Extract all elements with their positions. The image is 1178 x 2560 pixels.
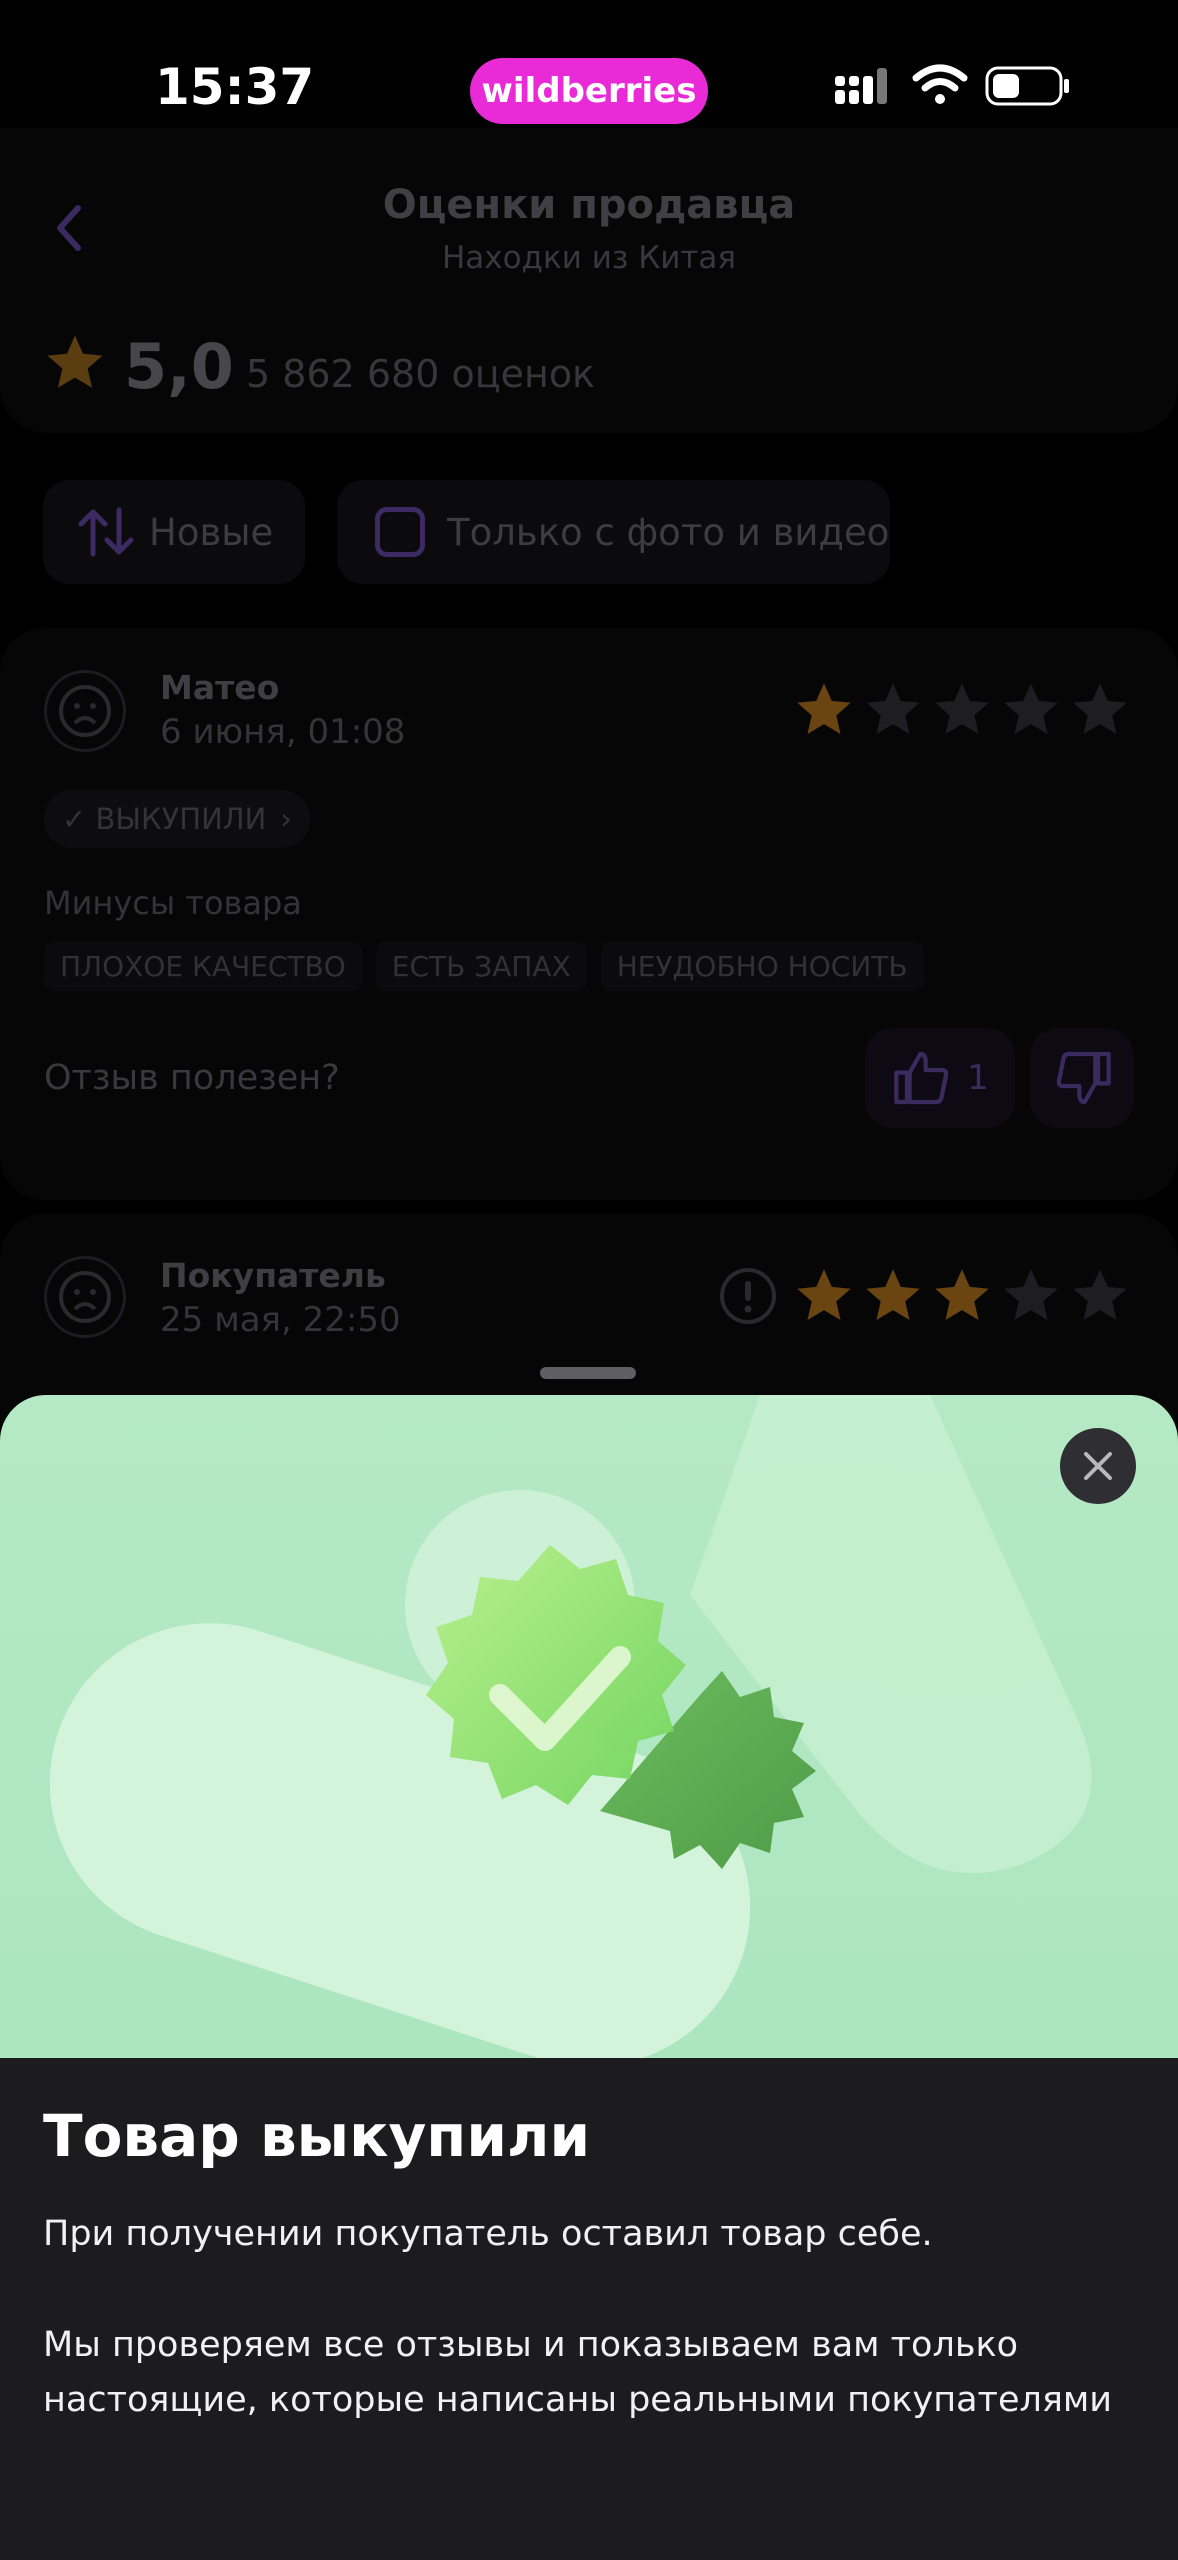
cons-tags: ПЛОХОЕ КАЧЕСТВО ЕСТЬ ЗАПАХ НЕУДОБНО НОСИ… bbox=[44, 942, 924, 991]
star-empty-icon bbox=[1004, 1269, 1058, 1320]
close-button[interactable] bbox=[1060, 1428, 1136, 1504]
seller-name: Находки из Китая bbox=[441, 240, 737, 276]
bought-badge-label: ✓ ВЫКУПИЛИ bbox=[62, 802, 267, 836]
avatar bbox=[44, 1256, 126, 1338]
helpful-question: Отзыв полезен? bbox=[44, 1058, 340, 1098]
sort-chip[interactable]: Новые bbox=[43, 480, 305, 584]
tag: ПЛОХОЕ КАЧЕСТВО bbox=[44, 942, 362, 991]
sheet-title: Товар выкупили bbox=[43, 2102, 591, 2170]
brand-logo: wildberries bbox=[470, 58, 708, 124]
status-time: 15:37 bbox=[155, 58, 315, 116]
page-title: Оценки продавца bbox=[382, 182, 796, 228]
review-author: Матео bbox=[160, 668, 280, 707]
star-filled-icon bbox=[797, 683, 851, 734]
checkbox[interactable] bbox=[375, 507, 425, 557]
sort-arrows-icon bbox=[78, 507, 134, 557]
photo-video-filter-chip[interactable]: Только с фото и видео bbox=[337, 480, 890, 584]
sheet-grabber[interactable] bbox=[540, 1367, 636, 1379]
sad-face-icon bbox=[59, 1271, 111, 1323]
avatar bbox=[44, 670, 126, 752]
review-author: Покупатель bbox=[160, 1256, 386, 1295]
thumbs-up-icon bbox=[894, 1051, 949, 1105]
bought-badge[interactable]: ✓ ВЫКУПИЛИ › bbox=[44, 790, 310, 848]
sheet-text-primary: При получении покупатель оставил товар с… bbox=[43, 2214, 933, 2254]
review-date: 25 мая, 22:50 bbox=[160, 1300, 401, 1340]
star-empty-icon bbox=[1073, 1269, 1127, 1320]
battery-icon bbox=[985, 66, 1069, 106]
review-stars bbox=[792, 678, 1132, 742]
warning-icon[interactable] bbox=[718, 1266, 778, 1326]
thumbs-down-icon bbox=[1056, 1051, 1111, 1105]
cellular-signal-icon bbox=[835, 68, 887, 104]
chevron-right-icon: › bbox=[280, 802, 292, 836]
tag: НЕУДОБНО НОСИТЬ bbox=[600, 942, 924, 991]
dislike-button[interactable] bbox=[1030, 1028, 1134, 1128]
like-button[interactable]: 1 bbox=[865, 1028, 1015, 1128]
rating-star-icon bbox=[47, 335, 103, 388]
star-filled-icon bbox=[935, 1269, 989, 1320]
verified-illustration bbox=[0, 1395, 1178, 2058]
star-empty-icon bbox=[1004, 683, 1058, 734]
sad-face-icon bbox=[59, 685, 111, 737]
sort-label: Новые bbox=[149, 510, 274, 554]
star-filled-icon bbox=[866, 1269, 920, 1320]
star-empty-icon bbox=[1073, 683, 1127, 734]
review-stars bbox=[792, 1264, 1132, 1328]
star-empty-icon bbox=[866, 683, 920, 734]
review-date: 6 июня, 01:08 bbox=[160, 712, 406, 752]
wifi-icon bbox=[912, 64, 968, 104]
verified-badge-illustration bbox=[49, 1395, 1092, 2058]
rating-value: 5,0 bbox=[124, 330, 234, 403]
sheet-text-secondary: Мы проверяем все отзывы и показываем вам… bbox=[43, 2325, 1113, 2420]
photo-filter-label: Только с фото и видео bbox=[447, 510, 890, 554]
cons-title: Минусы товара bbox=[44, 884, 302, 922]
like-count: 1 bbox=[967, 1058, 989, 1098]
star-filled-icon bbox=[797, 1269, 851, 1320]
star-empty-icon bbox=[935, 683, 989, 734]
close-icon bbox=[1084, 1452, 1112, 1480]
rating-count: 5 862 680 оценок bbox=[246, 352, 596, 396]
tag: ЕСТЬ ЗАПАХ bbox=[375, 942, 587, 991]
